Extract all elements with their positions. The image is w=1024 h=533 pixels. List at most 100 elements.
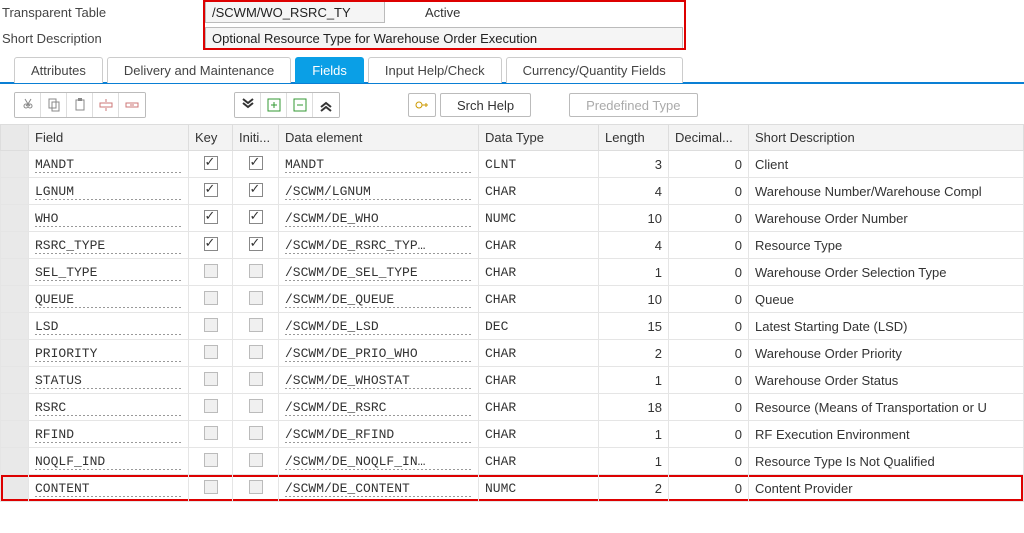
key-checkbox[interactable] <box>204 426 218 440</box>
data-element-link[interactable]: /SCWM/DE_LSD <box>285 319 472 335</box>
col-data-type[interactable]: Data Type <box>479 125 599 151</box>
field-name[interactable]: LSD <box>35 319 182 335</box>
tab-fields[interactable]: Fields <box>295 57 364 83</box>
key-checkbox[interactable] <box>204 210 218 224</box>
row-selector[interactable] <box>1 394 29 421</box>
table-row[interactable]: RFIND/SCWM/DE_RFINDCHAR10RF Execution En… <box>1 421 1024 448</box>
row-selector[interactable] <box>1 151 29 178</box>
data-element-link[interactable]: /SCWM/DE_WHO <box>285 211 472 227</box>
key-checkbox[interactable] <box>204 480 218 494</box>
row-selector[interactable] <box>1 367 29 394</box>
field-name[interactable]: LGNUM <box>35 184 182 200</box>
key-button[interactable] <box>408 93 436 117</box>
delete-row-button[interactable] <box>119 93 145 117</box>
cut-button[interactable] <box>15 93 41 117</box>
init-checkbox[interactable] <box>249 156 263 170</box>
table-row[interactable]: RSRC/SCWM/DE_RSRCCHAR180Resource (Means … <box>1 394 1024 421</box>
key-checkbox[interactable] <box>204 372 218 386</box>
table-row[interactable]: SEL_TYPE/SCWM/DE_SEL_TYPECHAR10Warehouse… <box>1 259 1024 286</box>
init-checkbox[interactable] <box>249 372 263 386</box>
tab-input-help-check[interactable]: Input Help/Check <box>368 57 502 83</box>
field-name[interactable]: PRIORITY <box>35 346 182 362</box>
data-element-link[interactable]: /SCWM/DE_WHOSTAT <box>285 373 472 389</box>
field-name[interactable]: RFIND <box>35 427 182 443</box>
col-key[interactable]: Key <box>189 125 233 151</box>
table-row[interactable]: NOQLF_IND/SCWM/DE_NOQLF_IN…CHAR10Resourc… <box>1 448 1024 475</box>
data-element-link[interactable]: /SCWM/LGNUM <box>285 184 472 200</box>
data-element-link[interactable]: MANDT <box>285 157 472 173</box>
row-selector[interactable] <box>1 232 29 259</box>
init-checkbox[interactable] <box>249 183 263 197</box>
row-selector[interactable] <box>1 448 29 475</box>
init-checkbox[interactable] <box>249 291 263 305</box>
data-element-link[interactable]: /SCWM/DE_RSRC <box>285 400 472 416</box>
search-help-button[interactable]: Srch Help <box>440 93 531 117</box>
field-name[interactable]: STATUS <box>35 373 182 389</box>
key-checkbox[interactable] <box>204 345 218 359</box>
data-element-link[interactable]: /SCWM/DE_QUEUE <box>285 292 472 308</box>
table-name-field[interactable] <box>205 1 385 23</box>
init-checkbox[interactable] <box>249 426 263 440</box>
key-checkbox[interactable] <box>204 318 218 332</box>
tab-attributes[interactable]: Attributes <box>14 57 103 83</box>
table-row[interactable]: WHO/SCWM/DE_WHONUMC100Warehouse Order Nu… <box>1 205 1024 232</box>
data-element-link[interactable]: /SCWM/DE_SEL_TYPE <box>285 265 472 281</box>
key-checkbox[interactable] <box>204 291 218 305</box>
predefined-type-button[interactable]: Predefined Type <box>569 93 697 117</box>
field-name[interactable]: NOQLF_IND <box>35 454 182 470</box>
data-element-link[interactable]: /SCWM/DE_CONTENT <box>285 481 472 497</box>
row-selector[interactable] <box>1 259 29 286</box>
row-selector[interactable] <box>1 313 29 340</box>
key-checkbox[interactable] <box>204 453 218 467</box>
field-name[interactable]: RSRC_TYPE <box>35 238 182 254</box>
init-checkbox[interactable] <box>249 318 263 332</box>
table-row[interactable]: LSD/SCWM/DE_LSDDEC150Latest Starting Dat… <box>1 313 1024 340</box>
col-decimal[interactable]: Decimal... <box>669 125 749 151</box>
key-checkbox[interactable] <box>204 264 218 278</box>
table-row[interactable]: MANDTMANDTCLNT30Client <box>1 151 1024 178</box>
key-checkbox[interactable] <box>204 399 218 413</box>
row-selector[interactable] <box>1 475 29 502</box>
field-name[interactable]: CONTENT <box>35 481 182 497</box>
init-checkbox[interactable] <box>249 399 263 413</box>
field-name[interactable]: SEL_TYPE <box>35 265 182 281</box>
expand-button[interactable] <box>261 93 287 117</box>
col-short-desc[interactable]: Short Description <box>749 125 1024 151</box>
table-row[interactable]: STATUS/SCWM/DE_WHOSTATCHAR10Warehouse Or… <box>1 367 1024 394</box>
row-selector[interactable] <box>1 421 29 448</box>
key-checkbox[interactable] <box>204 156 218 170</box>
table-row[interactable]: CONTENT/SCWM/DE_CONTENTNUMC20Content Pro… <box>1 475 1024 502</box>
col-data-element[interactable]: Data element <box>279 125 479 151</box>
data-element-link[interactable]: /SCWM/DE_PRIO_WHO <box>285 346 472 362</box>
copy-button[interactable] <box>41 93 67 117</box>
col-field[interactable]: Field <box>29 125 189 151</box>
table-row[interactable]: LGNUM/SCWM/LGNUMCHAR40Warehouse Number/W… <box>1 178 1024 205</box>
table-row[interactable]: PRIORITY/SCWM/DE_PRIO_WHOCHAR20Warehouse… <box>1 340 1024 367</box>
field-name[interactable]: QUEUE <box>35 292 182 308</box>
init-checkbox[interactable] <box>249 480 263 494</box>
paste-button[interactable] <box>67 93 93 117</box>
col-length[interactable]: Length <box>599 125 669 151</box>
data-element-link[interactable]: /SCWM/DE_NOQLF_IN… <box>285 454 472 470</box>
row-selector[interactable] <box>1 286 29 313</box>
init-checkbox[interactable] <box>249 264 263 278</box>
table-row[interactable]: RSRC_TYPE/SCWM/DE_RSRC_TYP…CHAR40Resourc… <box>1 232 1024 259</box>
field-name[interactable]: RSRC <box>35 400 182 416</box>
init-checkbox[interactable] <box>249 210 263 224</box>
tab-delivery-and-maintenance[interactable]: Delivery and Maintenance <box>107 57 291 83</box>
init-checkbox[interactable] <box>249 345 263 359</box>
row-selector[interactable] <box>1 178 29 205</box>
init-checkbox[interactable] <box>249 237 263 251</box>
data-element-link[interactable]: /SCWM/DE_RSRC_TYP… <box>285 238 472 254</box>
row-selector[interactable] <box>1 205 29 232</box>
insert-row-button[interactable] <box>93 93 119 117</box>
collapse-all-button[interactable] <box>313 93 339 117</box>
field-name[interactable]: WHO <box>35 211 182 227</box>
short-description-field[interactable] <box>205 27 683 49</box>
key-checkbox[interactable] <box>204 183 218 197</box>
col-init[interactable]: Initi... <box>233 125 279 151</box>
field-name[interactable]: MANDT <box>35 157 182 173</box>
table-row[interactable]: QUEUE/SCWM/DE_QUEUECHAR100Queue <box>1 286 1024 313</box>
tab-currency-quantity-fields[interactable]: Currency/Quantity Fields <box>506 57 683 83</box>
collapse-button[interactable] <box>287 93 313 117</box>
